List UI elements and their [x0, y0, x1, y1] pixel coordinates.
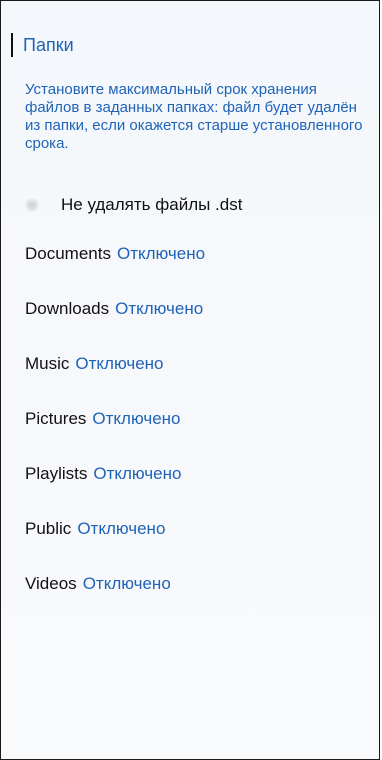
toggle-label: Не удалять файлы .dst [61, 195, 243, 214]
folder-name: Public [25, 519, 72, 538]
folder-retention-status[interactable]: Отключено [117, 244, 205, 264]
folder-retention-status[interactable]: Отключено [93, 464, 181, 484]
folder-name: Videos [25, 574, 77, 593]
settings-description: Установите максимальный срок хранения фа… [25, 81, 363, 152]
folder-retention-status[interactable]: Отключено [83, 574, 171, 594]
folder-item-playlists[interactable]: Playlists Отключено [25, 464, 355, 519]
toggle-indicator-icon [25, 198, 39, 212]
settings-panel: Папки Установите максимальный срок хране… [0, 0, 380, 760]
folder-retention-status[interactable]: Отключено [75, 354, 163, 374]
folder-retention-status[interactable]: Отключено [115, 299, 203, 319]
folder-item-music[interactable]: Music Отключено [25, 354, 355, 409]
folder-list: Documents Отключено Downloads Отключено … [25, 244, 355, 629]
folder-item-public[interactable]: Public Отключено [25, 519, 355, 574]
folder-item-documents[interactable]: Documents Отключено [25, 244, 355, 299]
folder-name: Music [25, 354, 70, 373]
folder-name: Playlists [25, 464, 88, 483]
folder-name: Pictures [25, 409, 87, 428]
folder-name: Documents [25, 244, 111, 263]
folder-name: Downloads [25, 299, 110, 318]
keep-dst-files-toggle[interactable]: Не удалять файлы .dst [25, 193, 242, 217]
folder-retention-status[interactable]: Отключено [77, 519, 165, 539]
page-title: Папки [23, 35, 74, 55]
folder-retention-status[interactable]: Отключено [92, 409, 180, 429]
folder-item-pictures[interactable]: Pictures Отключено [25, 409, 355, 464]
folder-item-downloads[interactable]: Downloads Отключено [25, 299, 355, 354]
folder-item-videos[interactable]: Videos Отключено [25, 574, 355, 629]
section-indicator [11, 33, 13, 57]
